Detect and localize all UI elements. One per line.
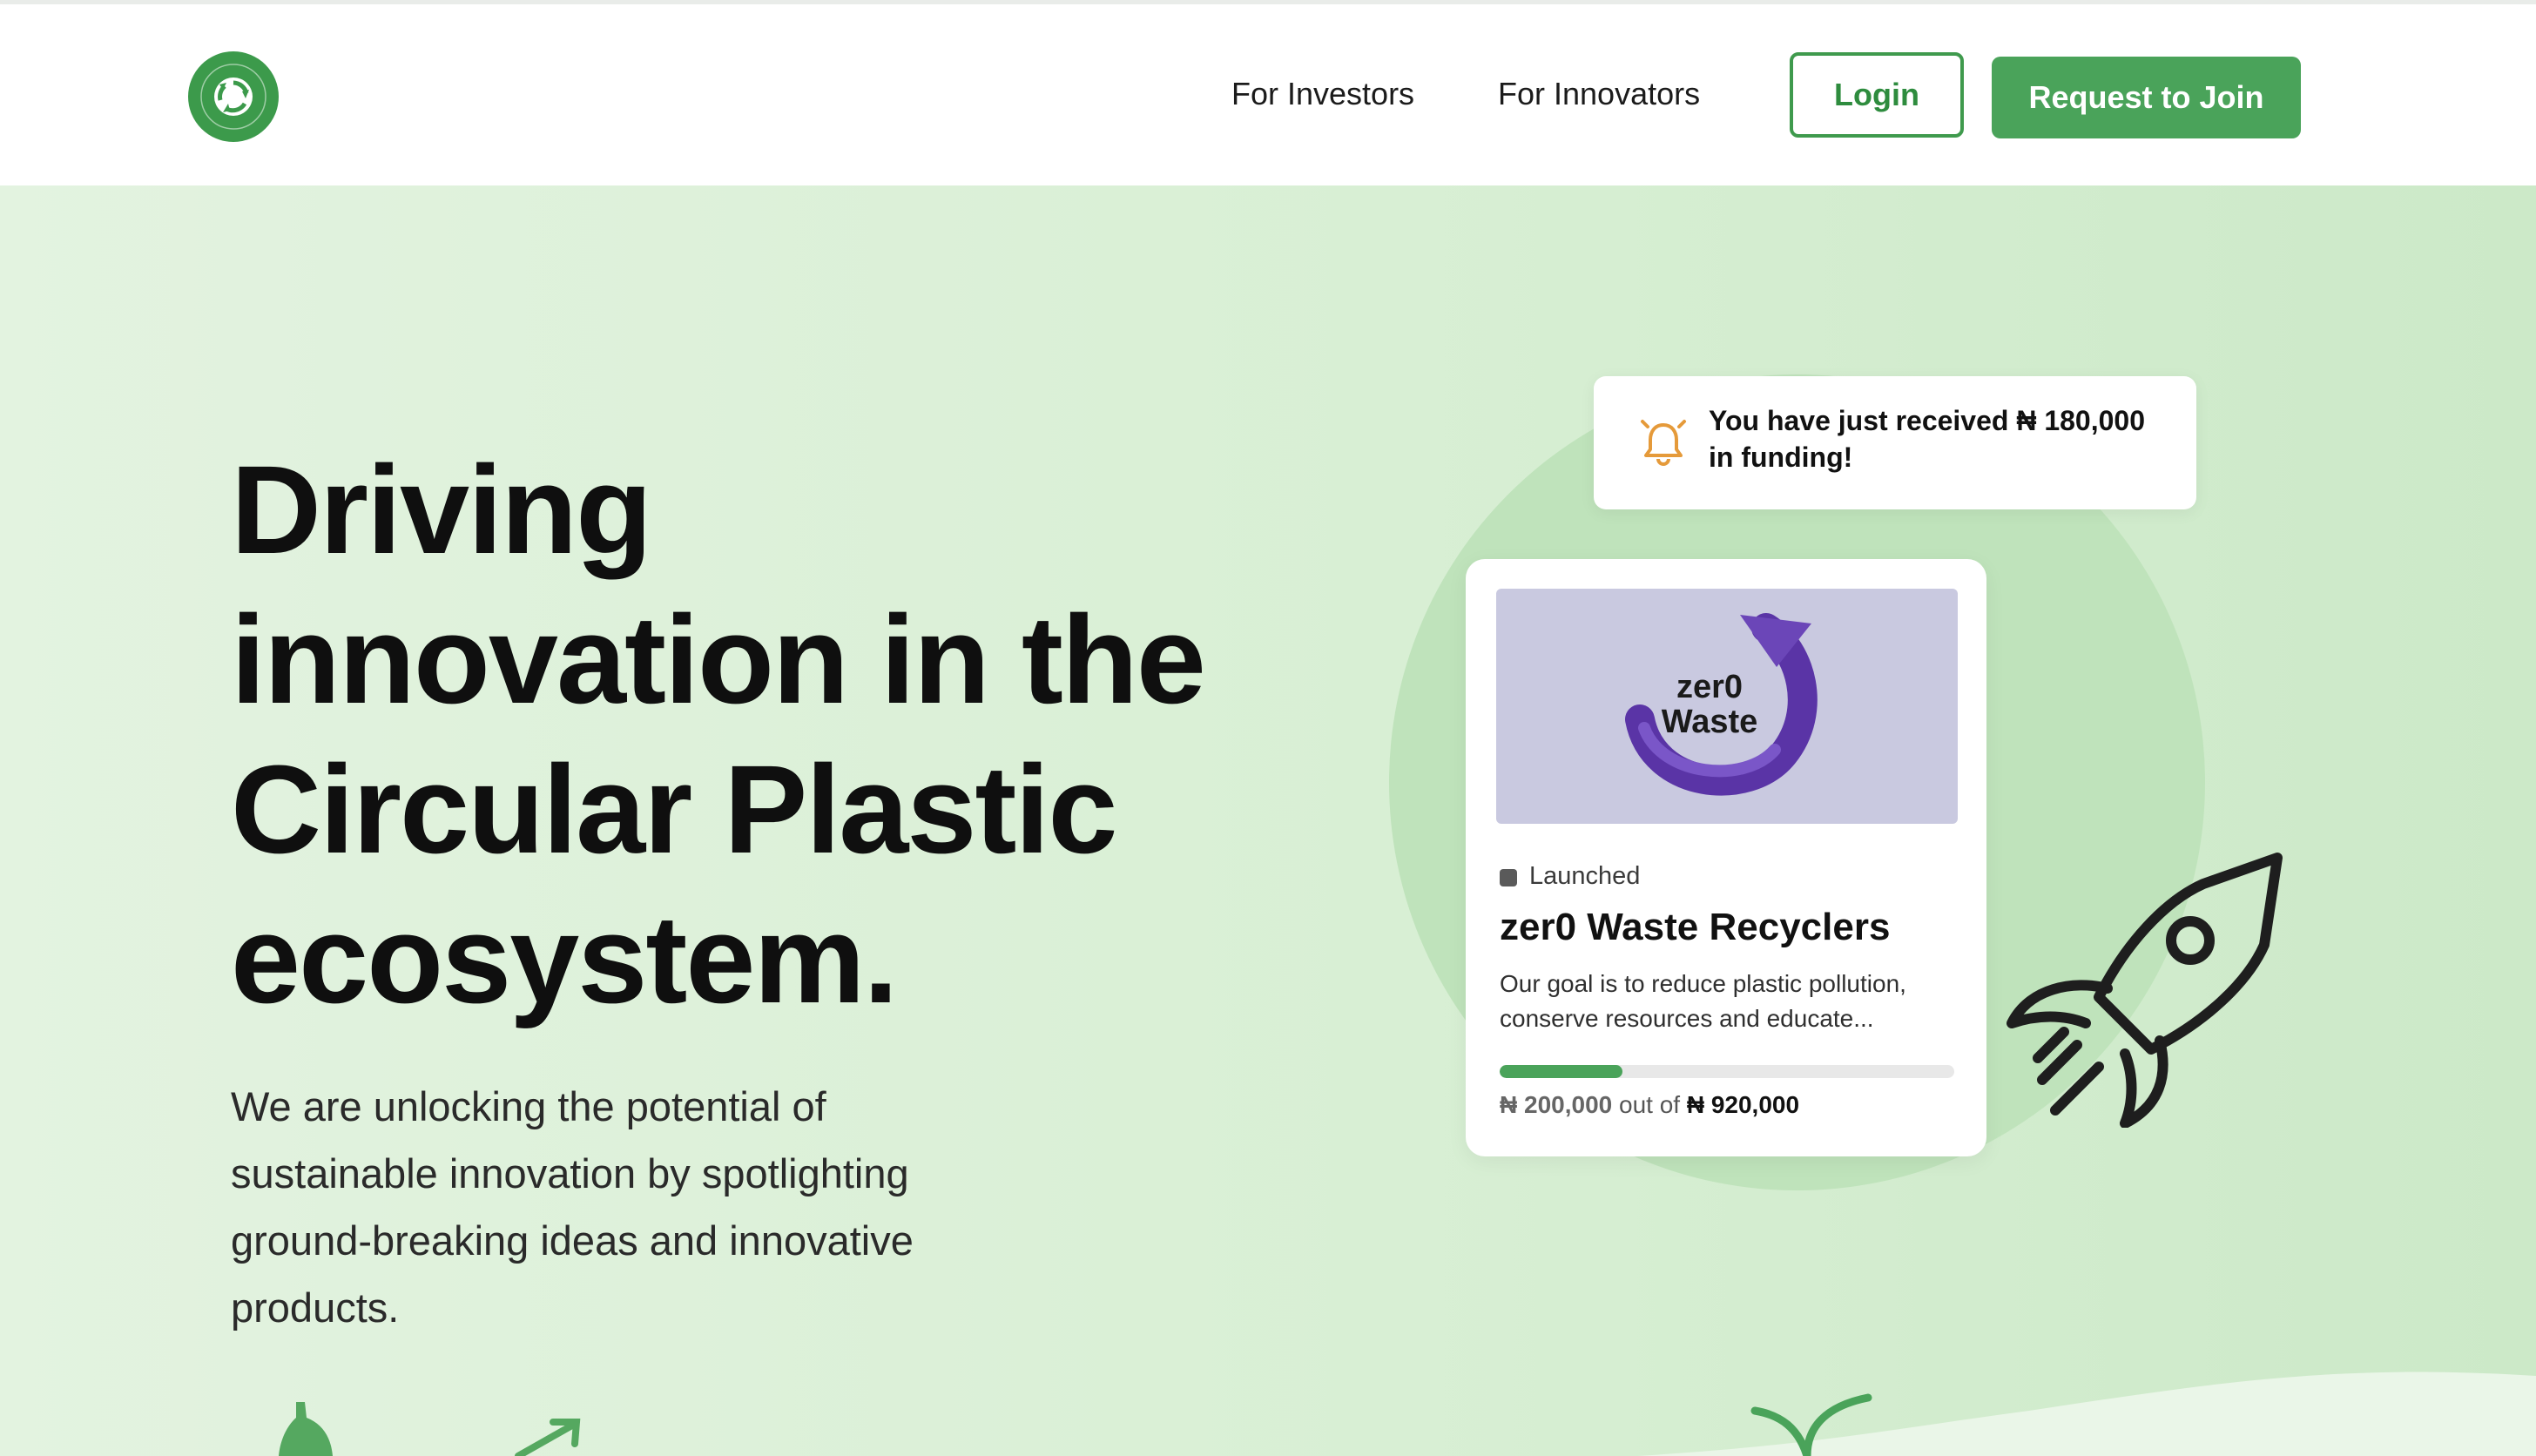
- project-title[interactable]: zer0 Waste Recyclers: [1500, 906, 1890, 949]
- notification-line: in funding!: [1709, 442, 1853, 473]
- project-description-line: Our goal is to reduce plastic pollution,: [1500, 970, 1906, 997]
- funding-goal: ₦ 920,000: [1686, 1091, 1800, 1118]
- zero-waste-logo-text: zer0: [1676, 669, 1743, 705]
- hero-subtitle-line: ground-breaking ideas and innovative: [231, 1217, 914, 1264]
- hero-subtitle-line: products.: [231, 1284, 400, 1331]
- logo-icon[interactable]: [188, 51, 279, 142]
- zero-waste-logo: zer0 Waste: [1625, 613, 1818, 796]
- funding-progress-text: ₦ 200,000 out of ₦ 920,000: [1500, 1091, 1799, 1119]
- funding-progress-fill: [1500, 1065, 1622, 1078]
- status-indicator: [1500, 869, 1517, 886]
- arrow-decoration-icon: [515, 1419, 581, 1456]
- site-header: For Investors For Innovators Login Reque…: [0, 4, 2536, 185]
- hero-title-line: Driving: [231, 440, 652, 580]
- hero-subtitle-line: We are unlocking the potential of: [231, 1083, 826, 1129]
- rocket-icon: [2007, 853, 2283, 1128]
- out-of-label: out of: [1619, 1091, 1681, 1118]
- plant-icon: [1750, 1393, 1872, 1456]
- project-description-line: conserve resources and educate...: [1500, 1005, 1874, 1032]
- nav-for-investors[interactable]: For Investors: [1231, 76, 1414, 112]
- hero-title-line: Circular Plastic: [231, 739, 1118, 880]
- bottle-icon: [279, 1402, 333, 1456]
- funding-progress-bar: [1500, 1065, 1954, 1078]
- hero-title-line: innovation in the: [231, 590, 1206, 730]
- status-label: Launched: [1529, 862, 1641, 890]
- request-to-join-button[interactable]: Request to Join: [1992, 57, 2301, 138]
- hero-subtitle: We are unlocking the potential of sustai…: [231, 1073, 1067, 1341]
- amount-raised: ₦ 200,000: [1500, 1091, 1613, 1118]
- project-card-image: zer0 Waste: [1496, 589, 1958, 824]
- hero-subtitle-line: sustainable innovation by spotlighting: [231, 1150, 909, 1196]
- hero-title: Driving innovation in the Circular Plast…: [231, 435, 1276, 1035]
- project-description: Our goal is to reduce plastic pollution,…: [1500, 967, 1953, 1036]
- nav-for-innovators[interactable]: For Innovators: [1498, 76, 1700, 112]
- bell-icon: [1641, 420, 1686, 466]
- notification-text: You have just received ₦ 180,000 in fund…: [1709, 402, 2179, 475]
- notification-line: You have just received ₦ 180,000: [1709, 405, 2145, 436]
- login-button[interactable]: Login: [1790, 52, 1964, 138]
- zero-waste-logo-text: Waste: [1662, 704, 1758, 740]
- hero-title-line: ecosystem.: [231, 889, 898, 1029]
